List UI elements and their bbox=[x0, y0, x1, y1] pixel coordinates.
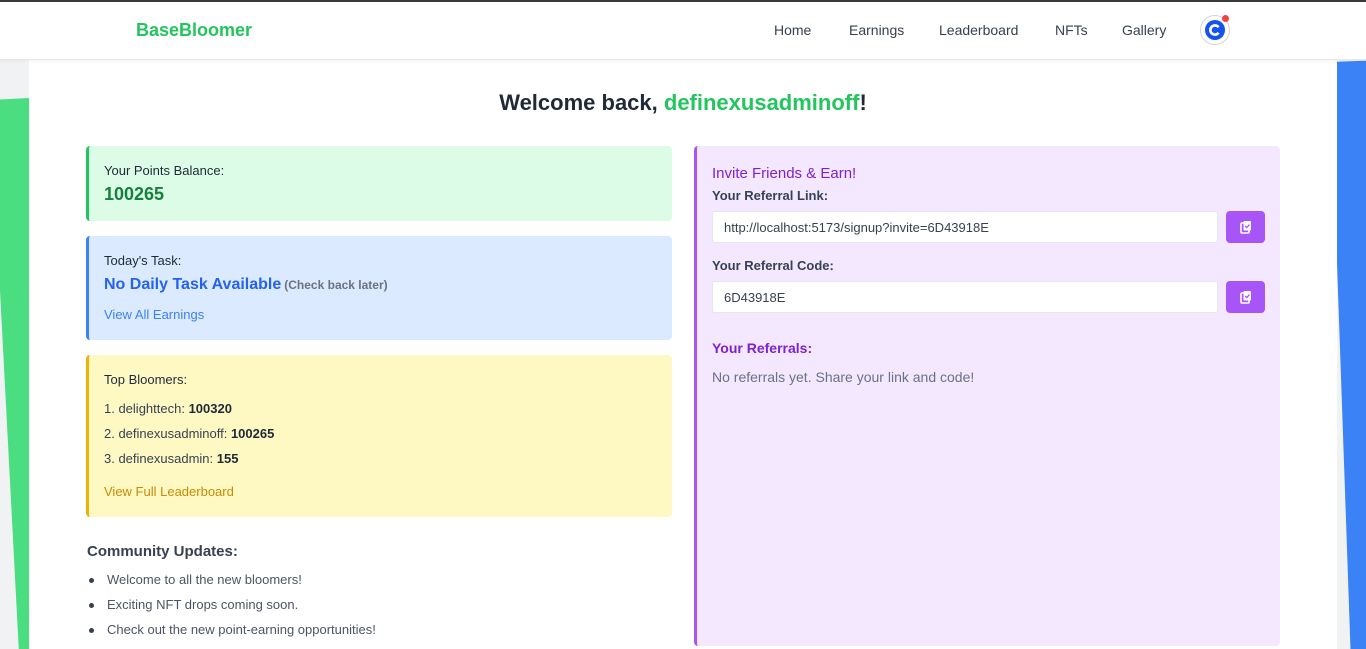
copy-referral-code-button[interactable] bbox=[1226, 281, 1265, 313]
entry-points: 155 bbox=[216, 451, 239, 466]
wallet-avatar-button[interactable] bbox=[1200, 15, 1230, 45]
leaderboard-entry: 3. definexusadmin: 155 bbox=[104, 451, 238, 466]
nav-link-nfts[interactable]: NFTs bbox=[1055, 22, 1088, 38]
invite-title: Invite Friends & Earn! bbox=[712, 165, 857, 182]
clipboard-copy-icon bbox=[1239, 291, 1251, 304]
referrals-empty-message: No referrals yet. Share your link and co… bbox=[712, 369, 975, 385]
community-updates-title: Community Updates: bbox=[87, 543, 238, 560]
entry-name: 3. definexusadmin: bbox=[104, 451, 217, 466]
list-item: Check out the new point-earning opportun… bbox=[87, 622, 376, 637]
view-full-leaderboard-link[interactable]: View Full Leaderboard bbox=[104, 484, 234, 499]
coinbase-c-icon bbox=[1205, 20, 1225, 40]
list-item: Welcome to all the new bloomers! bbox=[87, 572, 302, 587]
welcome-username: definexusadminoff bbox=[663, 90, 860, 115]
task-title-text: No Daily Task Available bbox=[104, 276, 282, 293]
notification-dot bbox=[1222, 15, 1229, 22]
welcome-prefix: Welcome back, bbox=[499, 90, 664, 115]
navbar: BaseBloomer Home Earnings Leaderboard NF… bbox=[0, 2, 1366, 60]
points-label: Your Points Balance: bbox=[104, 163, 225, 178]
welcome-heading: Welcome back, definexusadminoff! bbox=[29, 90, 1337, 116]
referral-code-label: Your Referral Code: bbox=[712, 258, 834, 273]
entry-name: 2. definexusadminoff: bbox=[104, 426, 231, 441]
nav-link-home[interactable]: Home bbox=[774, 22, 811, 38]
welcome-suffix: ! bbox=[859, 90, 867, 115]
task-title: No Daily Task Available (Check back later… bbox=[104, 276, 388, 294]
points-value: 100265 bbox=[104, 184, 165, 204]
copy-referral-link-button[interactable] bbox=[1226, 211, 1265, 243]
task-hint: (Check back later) bbox=[284, 278, 388, 292]
points-balance-panel: Your Points Balance: 100265 bbox=[86, 146, 672, 221]
nav-link-gallery[interactable]: Gallery bbox=[1122, 22, 1166, 38]
todays-task-panel: Today's Task: No Daily Task Available (Ch… bbox=[86, 236, 672, 340]
leaderboard-entry: 2. definexusadminoff: 100265 bbox=[104, 426, 274, 441]
your-referrals-title: Your Referrals: bbox=[712, 340, 813, 356]
referral-link-field[interactable] bbox=[712, 211, 1218, 243]
referral-code-field[interactable] bbox=[712, 281, 1218, 313]
invite-friends-panel: Invite Friends & Earn! Your Referral Lin… bbox=[694, 146, 1280, 646]
leaderboard-entry: 1. delighttech: 100320 bbox=[104, 401, 232, 416]
top-bloomers-panel: Top Bloomers: 1. delighttech: 100320 2. … bbox=[86, 355, 672, 517]
clipboard-copy-icon bbox=[1239, 221, 1251, 234]
entry-name: 1. delighttech: bbox=[104, 401, 189, 416]
dashboard-card: Welcome back, definexusadminoff! Your Po… bbox=[29, 60, 1337, 649]
view-all-earnings-link[interactable]: View All Earnings bbox=[104, 307, 204, 322]
task-label: Today's Task: bbox=[104, 253, 182, 268]
nav-link-earnings[interactable]: Earnings bbox=[849, 22, 904, 38]
top-bloomers-label: Top Bloomers: bbox=[104, 372, 188, 387]
entry-points: 100320 bbox=[188, 401, 232, 416]
list-item: Exciting NFT drops coming soon. bbox=[87, 597, 298, 612]
brand-logo[interactable]: BaseBloomer bbox=[136, 20, 252, 41]
nav-link-leaderboard[interactable]: Leaderboard bbox=[939, 22, 1018, 38]
referral-link-label: Your Referral Link: bbox=[712, 188, 829, 203]
entry-points: 100265 bbox=[230, 426, 275, 441]
